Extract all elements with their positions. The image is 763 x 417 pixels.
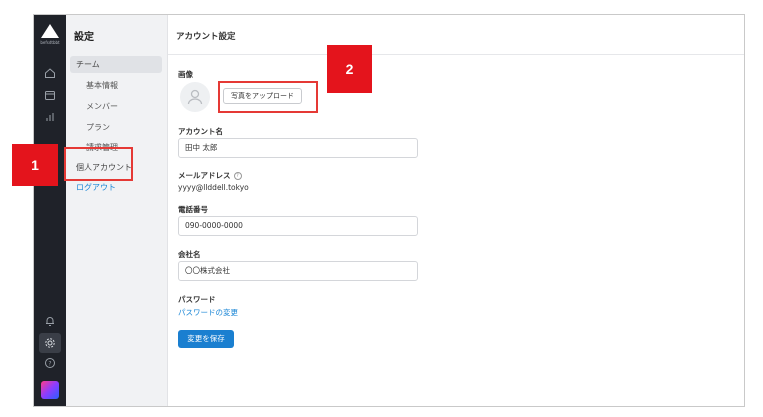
- submenu-item-team[interactable]: チーム: [70, 56, 162, 73]
- help-icon[interactable]: ?: [42, 355, 58, 371]
- avatar: [180, 82, 210, 112]
- chart-icon[interactable]: [42, 109, 58, 125]
- email-value: yyyy@llddell.tokyo: [178, 183, 249, 192]
- annotation-highlight-personal-account: [64, 147, 133, 181]
- icon-rail: befsdtbbt ?: [34, 15, 66, 406]
- annotation-highlight-upload-button: [218, 81, 318, 113]
- email-label-text: メールアドレス: [178, 171, 231, 180]
- submenu-item-basic-info[interactable]: 基本情報: [70, 77, 162, 94]
- annotation-badge-1: 1: [12, 144, 58, 186]
- user-icon: [187, 89, 203, 105]
- home-icon[interactable]: [42, 65, 58, 81]
- question-icon: ?: [233, 172, 242, 180]
- account-name-field[interactable]: 田中 太郎: [178, 138, 418, 158]
- logo-text: befsdtbbt: [40, 40, 60, 45]
- bell-icon[interactable]: [42, 313, 58, 329]
- submenu-item-plan[interactable]: プラン: [70, 119, 162, 136]
- image-label: 画像: [178, 70, 193, 79]
- annotation-badge-2: 2: [327, 45, 372, 93]
- submenu-item-logout[interactable]: ログアウト: [70, 179, 162, 196]
- save-button[interactable]: 変更を保存: [178, 330, 234, 348]
- gear-icon[interactable]: [39, 333, 61, 353]
- settings-submenu: 設定 チーム 基本情報 メンバー プラン 請求管理 個人アカウント ログアウト: [66, 15, 168, 406]
- app-window: befsdtbbt ? 設定 チーム 基本情報 メンバー プラン 請求管理 個人…: [33, 14, 745, 407]
- calendar-icon[interactable]: [42, 87, 58, 103]
- svg-text:?: ?: [48, 360, 51, 367]
- app-switcher-icon[interactable]: [41, 381, 59, 399]
- submenu-item-members[interactable]: メンバー: [70, 98, 162, 115]
- company-label: 会社名: [178, 250, 201, 259]
- phone-field[interactable]: 090-0000-0000: [178, 216, 418, 236]
- submenu-title: 設定: [74, 32, 94, 43]
- main-content: アカウント設定 画像 写真をアップロード アカウント名 田中 太郎 メールアドレ…: [168, 15, 744, 406]
- page-title: アカウント設定: [168, 15, 744, 55]
- phone-label: 電話番号: [178, 205, 208, 214]
- password-label: パスワード: [178, 295, 216, 304]
- company-field[interactable]: 〇〇株式会社: [178, 261, 418, 281]
- email-label: メールアドレス?: [178, 170, 242, 181]
- account-name-label: アカウント名: [178, 127, 223, 136]
- change-password-link[interactable]: パスワードの変更: [178, 307, 238, 318]
